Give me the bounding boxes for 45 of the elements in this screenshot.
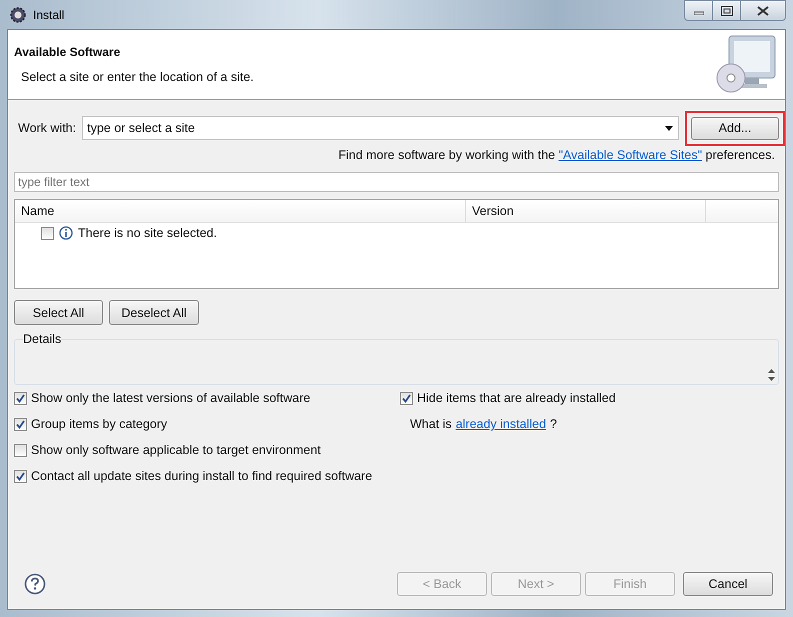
select-button[interactable]: Select All	[14, 300, 103, 325]
option-label: Hide items that are already installed	[417, 391, 616, 405]
table-message: There is no site selected.	[78, 226, 217, 240]
option-label: Show only software applicable to target environment	[31, 443, 321, 457]
checkbox[interactable]	[14, 444, 27, 456]
page-description: Select a site or enter the location of a site.	[20, 70, 254, 84]
info-icon	[59, 226, 73, 240]
installed-link[interactable]: already installed	[456, 417, 546, 431]
dialog-button[interactable]: Cancel	[683, 572, 773, 596]
page-title: Available Software	[14, 45, 122, 59]
option-label: Show only the latest versions of available software	[31, 391, 310, 405]
scroll-arrows-icon	[768, 369, 775, 381]
checkbox[interactable]	[400, 392, 413, 404]
details-label: Details	[23, 332, 62, 346]
work-with-label: Work with:	[18, 121, 76, 135]
site-combo[interactable]: type or select a site	[82, 116, 679, 140]
window-title: Install	[33, 8, 64, 22]
close-icon	[757, 6, 769, 16]
option-label: Contact all update sites during install to find required software	[31, 469, 372, 483]
checkbox[interactable]	[41, 226, 54, 240]
checkbox[interactable]	[14, 418, 27, 430]
check-icon	[16, 420, 25, 428]
add-button[interactable]: Add...	[691, 116, 779, 140]
column-header[interactable]: Version	[466, 200, 706, 222]
minimize-button[interactable]	[684, 0, 713, 21]
check-icon	[402, 394, 411, 402]
dropdown-arrow-icon	[665, 126, 673, 130]
maximize-button[interactable]	[712, 0, 741, 21]
gear-icon	[9, 6, 27, 24]
check-icon	[16, 394, 25, 402]
column-header[interactable]: Name	[15, 200, 466, 222]
hint-suffix: preferences.	[704, 148, 775, 162]
checkbox[interactable]	[14, 470, 27, 482]
filter-field[interactable]: type filter text	[14, 172, 779, 192]
select-button[interactable]: Deselect All	[109, 300, 199, 325]
help-icon	[24, 573, 46, 595]
maximize-icon	[720, 6, 732, 16]
close-button[interactable]	[740, 0, 786, 21]
question-mark: ?	[550, 417, 557, 431]
hint-text: Find more software by working with the	[338, 148, 556, 162]
option-label: Group items by category	[31, 417, 168, 431]
preferences-link[interactable]: "Available Software Sites"	[558, 148, 702, 162]
checkbox[interactable]	[14, 392, 27, 404]
question-text: What is	[410, 417, 452, 431]
check-icon	[16, 472, 25, 480]
